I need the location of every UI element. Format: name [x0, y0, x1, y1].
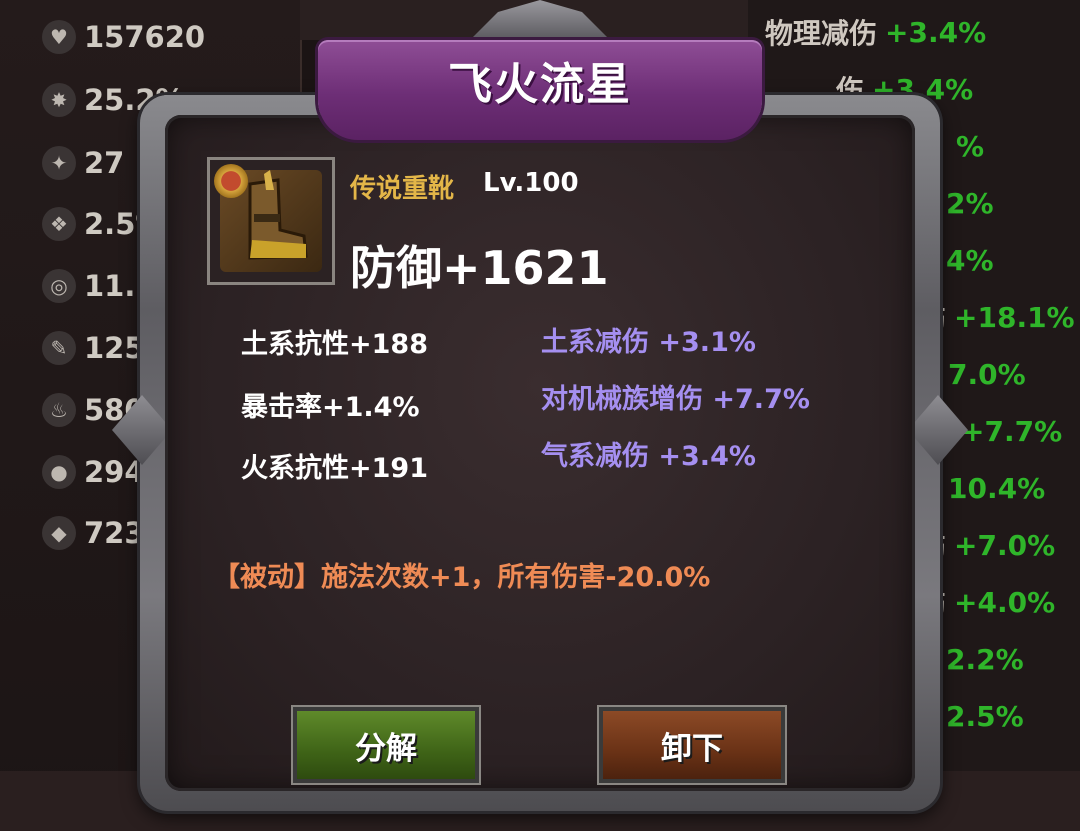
item-type: 传说重靴 — [350, 174, 455, 204]
stat-value: 157620 — [84, 20, 206, 54]
decompose-button[interactable]: 分解 — [291, 705, 481, 785]
bonus-stat-value: % — [956, 129, 985, 163]
bonus-stat-value: 2% — [946, 186, 994, 220]
heart-icon: ♥ — [42, 20, 76, 54]
main-stat: 防御+1621 — [350, 241, 609, 295]
bonus-stat-value: +18.1% — [954, 300, 1075, 334]
bonus-stat: 2% — [938, 183, 994, 223]
bonus-stat-value: +4.0% — [954, 585, 1056, 619]
stat-earth: ◆ 723 — [42, 513, 145, 553]
bonus-stat: 伤+18.1% — [918, 297, 1075, 337]
passive-effect: 【被动】施法次数+1，所有伤害-20.0% — [213, 562, 711, 593]
stat-value: 294 — [84, 455, 145, 489]
water-drop-icon: ● — [42, 455, 76, 489]
bonus-stat-value: +3.4% — [885, 15, 987, 49]
bonus-stat-value: 7.0% — [948, 357, 1026, 391]
base-attr: 暴击率+1.4% — [241, 392, 420, 423]
base-attr: 土系抗性+188 — [241, 329, 428, 360]
item-name: 飞火流星 — [448, 59, 632, 110]
bonus-stat-label: 物理减伤 — [765, 17, 878, 50]
bonus-stat: 10.4% — [940, 468, 1045, 508]
wing-icon: ❖ — [42, 207, 76, 241]
feather-icon: ✎ — [42, 331, 76, 365]
bonus-stat-value: 2.2% — [946, 642, 1024, 676]
bonus-attr: 对机械族增伤 +7.7% — [541, 384, 810, 415]
ring-icon: ◎ — [42, 269, 76, 303]
bonus-attr: 气系减伤 +3.4% — [541, 441, 756, 472]
stat-hp: ♥ 157620 — [42, 17, 205, 57]
legendary-medal-icon — [214, 164, 248, 198]
bonus-stat-value: +7.7% — [961, 414, 1063, 448]
bonus-stat-value: 10.4% — [948, 471, 1046, 505]
bonus-stat: 2.2% — [938, 639, 1024, 679]
base-attr: 火系抗性+191 — [241, 453, 428, 484]
burst-icon: ✸ — [42, 83, 76, 117]
stat-attack: ✦ 27 — [42, 143, 124, 183]
stat-value: 125 — [84, 331, 145, 365]
stat-value: 723 — [84, 516, 145, 550]
bonus-attr: 土系减伤 +3.1% — [541, 327, 756, 358]
bonus-stat: % — [948, 126, 984, 166]
bonus-stat: 物理减伤 +3.4% — [765, 12, 986, 52]
bonus-stat-value: 2.5% — [946, 699, 1024, 733]
bonus-stat-value: 4% — [946, 243, 994, 277]
stat-feather: ✎ 125 — [42, 328, 145, 368]
bonus-stat-value: +7.0% — [954, 528, 1056, 562]
item-level: Lv.100 — [483, 168, 579, 198]
claw-icon: ✦ — [42, 146, 76, 180]
stat-ring: ◎ 11.8 — [42, 266, 156, 306]
stat-water: ● 294 — [42, 452, 145, 492]
rock-icon: ◆ — [42, 516, 76, 550]
bonus-stat: 7.0% — [940, 354, 1026, 394]
item-icon-slot — [207, 157, 335, 285]
unequip-button[interactable]: 卸下 — [597, 705, 787, 785]
bonus-stat: +7.7% — [953, 411, 1062, 451]
stat-value: 27 — [84, 146, 125, 180]
bonus-stat: 2.5% — [938, 696, 1024, 736]
bonus-stat: 4% — [938, 240, 994, 280]
fire-icon: ♨ — [42, 393, 76, 427]
